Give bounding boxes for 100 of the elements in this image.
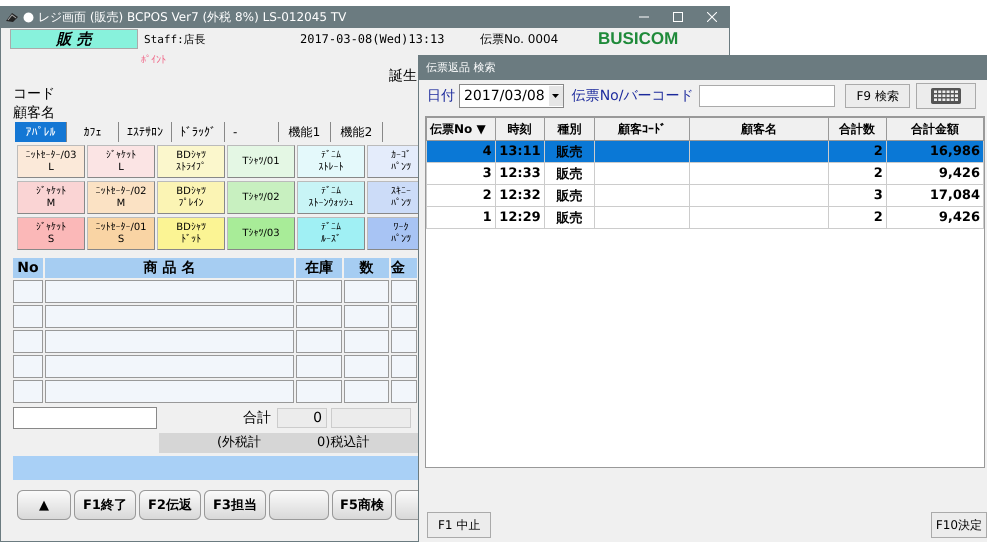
- total-value: 0: [277, 408, 327, 428]
- table-cell: 2: [828, 206, 886, 228]
- table-cell: [344, 380, 390, 403]
- category-tab[interactable]: ｱﾊﾟﾚﾙ: [15, 122, 67, 142]
- function-key[interactable]: F1終了: [74, 490, 136, 520]
- product-button[interactable]: BDｼｬﾂ ｽﾄﾗｲﾌﾟ: [157, 145, 225, 178]
- table-cell: 3: [828, 184, 886, 206]
- table-cell: [13, 305, 43, 328]
- function-key[interactable]: F3担当: [204, 490, 266, 520]
- slip-row[interactable]: 1 12:29 販売 2 9,426: [426, 206, 984, 228]
- table-cell: [296, 355, 342, 378]
- table-cell: 17,084: [886, 184, 984, 206]
- product-button[interactable]: ﾆｯﾄｾｰﾀｰ/01 S: [87, 217, 155, 250]
- table-cell: [13, 355, 43, 378]
- table-cell: 9,426: [886, 162, 984, 184]
- table-cell: 12:33: [495, 162, 544, 184]
- table-cell: [13, 330, 43, 353]
- cancel-button[interactable]: F1 中止: [427, 512, 492, 538]
- circle-icon: [23, 12, 34, 22]
- column-header: 商 品 名: [44, 258, 294, 278]
- table-cell: 3: [426, 162, 496, 184]
- product-button[interactable]: ﾆｯﾄｾｰﾀｰ/02 M: [87, 181, 155, 214]
- product-button[interactable]: ﾃﾞﾆﾑ ﾙｰｽﾞ: [297, 217, 365, 250]
- slip-input[interactable]: [699, 85, 836, 107]
- product-button[interactable]: ｼﾞｬｹｯﾄ M: [17, 181, 85, 214]
- column-header[interactable]: 顧客名: [690, 118, 828, 140]
- table-cell: [344, 355, 390, 378]
- product-button[interactable]: BDｼｬﾂ ﾌﾟﾚｲﾝ: [157, 181, 225, 214]
- column-header: No: [13, 258, 43, 278]
- keyboard-button[interactable]: [916, 83, 976, 109]
- table-cell: 2: [426, 184, 496, 206]
- product-button[interactable]: ﾆｯﾄｾｰﾀｰ/03 L: [17, 145, 85, 178]
- table-cell: [344, 305, 390, 328]
- table-cell: 2: [828, 140, 886, 162]
- product-button[interactable]: Tｼｬﾂ/03: [227, 217, 295, 250]
- tax-included-label: 0)税込計: [317, 434, 370, 452]
- product-button[interactable]: ｶｰｺﾞ ﾊﾟﾝﾂ: [367, 145, 419, 178]
- column-header[interactable]: 顧客ｺｰﾄﾞ: [594, 118, 690, 140]
- table-cell: [296, 330, 342, 353]
- dropdown-icon: [552, 94, 560, 98]
- function-key[interactable]: [269, 490, 329, 520]
- product-button[interactable]: Tｼｬﾂ/02: [227, 181, 295, 214]
- product-button[interactable]: ｼﾞｬｹｯﾄ L: [87, 145, 155, 178]
- table-cell: 12:32: [495, 184, 544, 206]
- product-button[interactable]: ﾃﾞﾆﾑ ｽﾄﾚｰﾄ: [297, 145, 365, 178]
- table-cell: 16,986: [886, 140, 984, 162]
- maximize-icon[interactable]: [673, 12, 683, 22]
- dialog-title: 伝票返品 検索: [419, 55, 987, 80]
- mode-label: 販 売: [10, 29, 138, 49]
- confirm-button[interactable]: F10決定: [930, 512, 987, 538]
- function-key[interactable]: F2伝返: [139, 490, 201, 520]
- date-label: 日付: [427, 87, 455, 105]
- table-cell: [344, 280, 390, 303]
- customer-label: コード: [13, 85, 56, 104]
- slip-row[interactable]: 3 12:33 販売 2 9,426: [426, 162, 984, 184]
- table-cell: 4: [426, 140, 496, 162]
- column-header[interactable]: 時刻: [495, 118, 544, 140]
- product-button[interactable]: ｼﾞｬｹｯﾄ S: [17, 217, 85, 250]
- staff-label: Staff:店長: [144, 32, 207, 46]
- table-cell: [13, 380, 43, 403]
- keyboard-icon: [930, 88, 961, 104]
- slip-row[interactable]: 2 12:32 販売 3 17,084: [426, 184, 984, 206]
- total-label: 合計: [242, 409, 271, 427]
- column-header[interactable]: 合計数: [828, 118, 886, 140]
- app-icon: [5, 11, 19, 23]
- column-header[interactable]: 合計金額: [886, 118, 984, 140]
- table-cell: [296, 305, 342, 328]
- tax-excluded-label: (外税計: [216, 434, 262, 452]
- function-key[interactable]: F5商検: [332, 490, 392, 520]
- table-cell: 13:11: [495, 140, 544, 162]
- slip-row[interactable]: 4 13:11 販売 2 16,986: [426, 140, 984, 162]
- column-header: 在庫: [296, 258, 342, 278]
- date-dropdown[interactable]: 2017/03/08: [459, 84, 564, 108]
- close-icon[interactable]: [707, 12, 717, 22]
- table-cell: 12:29: [495, 206, 544, 228]
- date-time: 2017-03-08(Wed)13:13: [300, 32, 446, 46]
- window-title: レジ画面 (販売) BCPOS Ver7 (外税 8%) LS-012045 TV: [38, 8, 348, 26]
- point-label: ﾎﾟｲﾝﾄ: [140, 54, 167, 66]
- function-key[interactable]: ▲: [17, 490, 71, 520]
- product-button[interactable]: ﾜｰｸ ﾊﾟﾝﾂ: [367, 217, 419, 250]
- customer-label: 顧客名: [13, 104, 56, 122]
- product-button[interactable]: Tｼｬﾂ/01: [227, 145, 295, 178]
- table-cell: [296, 380, 342, 403]
- product-button[interactable]: ｽｷﾆｰ ﾊﾟﾝﾂ: [367, 181, 419, 214]
- column-header[interactable]: 種別: [544, 118, 594, 140]
- slip-label: 伝票No/バーコード: [572, 87, 694, 105]
- column-header[interactable]: 伝票No ▼: [426, 118, 496, 140]
- table-cell: 販売: [544, 162, 594, 184]
- table-cell: 販売: [544, 140, 594, 162]
- product-button[interactable]: ﾃﾞﾆﾑ ｽﾄｰﾝｳｫｯｼｭ: [297, 181, 365, 214]
- column-header: 数: [344, 258, 390, 278]
- input-field[interactable]: [13, 407, 157, 429]
- search-button[interactable]: F9 検索: [845, 84, 910, 108]
- table-cell: 2: [828, 162, 886, 184]
- table-cell: 販売: [544, 184, 594, 206]
- product-button[interactable]: BDｼｬﾂ ﾄﾞｯﾄ: [157, 217, 225, 250]
- table-cell: [296, 280, 342, 303]
- birthday-label: 誕生: [389, 66, 418, 85]
- table-cell: 1: [426, 206, 496, 228]
- slip-number: 伝票No. 0004: [480, 30, 560, 48]
